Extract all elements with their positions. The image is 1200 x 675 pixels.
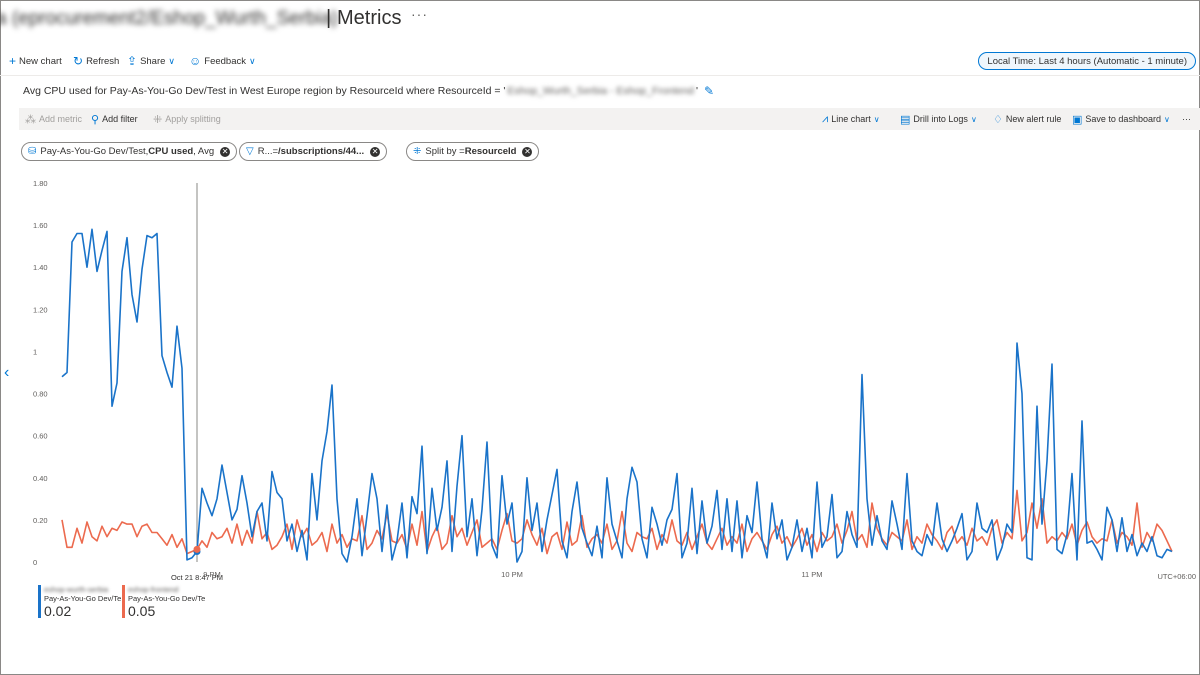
blurred-scope: a (eprocurement2/Eshop_Wurth_Serbia) — [0, 8, 338, 29]
new-chart-label: New chart — [19, 55, 62, 67]
plus-icon: + — [9, 54, 17, 68]
page-title: Metrics — [337, 7, 402, 29]
logs-icon: ▤ — [900, 113, 911, 126]
save-to-dashboard-button[interactable]: ▣ Save to dashboard ∨ — [1072, 108, 1170, 130]
legend-color-bar — [38, 585, 41, 618]
split-label: Split by = — [425, 146, 465, 157]
chevron-left-icon[interactable]: ‹ — [4, 364, 9, 382]
chart-more-button[interactable]: ··· — [1182, 108, 1191, 130]
split-icon: ⁜ — [153, 113, 163, 126]
legend-name: Pay-As-You-Go Dev/Te — [128, 594, 206, 603]
more-options-button[interactable]: ··· — [411, 6, 428, 22]
chart-title-resource: Eshop_Wurth_Serbia - Eshop_Frontend — [507, 85, 695, 97]
close-icon[interactable]: ✕ — [370, 146, 381, 157]
refresh-icon: ↻ — [73, 54, 84, 68]
add-metric-label: Add metric — [39, 114, 83, 124]
pencil-icon[interactable]: ✎ — [704, 84, 714, 98]
series-line-1 — [61, 228, 1173, 563]
metric-name: CPU used — [148, 146, 194, 157]
split-value: ResourceId — [464, 146, 517, 157]
share-button[interactable]: ⇪ Share ∨ — [127, 50, 175, 72]
y-tick-label: 1.60 — [33, 221, 48, 230]
metric-scope: Pay-As-You-Go Dev/Test, — [40, 146, 149, 157]
chart-title[interactable]: Avg CPU used for Pay-As-You-Go Dev/Test … — [23, 84, 714, 98]
apply-splitting-label: Apply splitting — [165, 114, 221, 124]
smiley-icon: ☺ — [189, 54, 202, 68]
drill-into-logs-label: Drill into Logs — [913, 114, 968, 124]
share-icon: ⇪ — [127, 54, 138, 68]
share-label: Share — [140, 55, 166, 67]
apply-splitting-button[interactable]: ⁜ Apply splitting — [153, 108, 221, 130]
filter-key: R... — [257, 146, 273, 157]
bell-icon: ♢ — [993, 113, 1003, 126]
header-divider — [0, 75, 1200, 76]
filter-icon: ▽ — [246, 146, 254, 157]
metric-aggregation: , Avg — [193, 146, 215, 157]
filter-icon: ⚲ — [91, 113, 100, 126]
new-chart-button[interactable]: + New chart — [9, 50, 62, 72]
split-pill[interactable]: ⁜ Split by = ResourceId ✕ — [406, 142, 540, 161]
filter-value: /subscriptions/44... — [278, 146, 365, 157]
line-chart-button[interactable]: ⩘ Line chart ∨ — [822, 108, 880, 130]
refresh-button[interactable]: ↻ Refresh — [73, 50, 119, 72]
new-alert-rule-label: New alert rule — [1005, 114, 1062, 124]
legend-item-2[interactable]: eshop-frontend Pay-As-You-Go Dev/Te 0.05 — [122, 585, 205, 619]
y-tick-label: 1.80 — [33, 179, 48, 188]
time-range-picker[interactable]: Local Time: Last 4 hours (Automatic - 1 … — [978, 52, 1196, 70]
timezone-label: UTC+06:00 — [1157, 572, 1196, 581]
add-filter-label: Add filter — [102, 114, 138, 124]
legend-value: 0.05 — [128, 603, 156, 619]
y-tick-label: 1.40 — [33, 263, 48, 272]
chart-title-suffix: ' — [696, 85, 699, 97]
y-tick-label: 0.80 — [33, 390, 48, 399]
y-tick-label: 0 — [33, 558, 37, 567]
legend-item-1[interactable]: eshop-wurth-serbia Pay-As-You-Go Dev/Te … — [38, 585, 121, 619]
chart-more-label: ··· — [1182, 114, 1191, 124]
add-metric-icon: ⁂ — [25, 113, 36, 126]
title-separator: | — [326, 7, 332, 29]
line-chart-icon: ⩘ — [822, 112, 829, 125]
chevron-down-icon: ∨ — [249, 55, 256, 66]
line-chart-label: Line chart — [831, 114, 871, 124]
close-icon[interactable]: ✕ — [522, 146, 533, 157]
y-tick-label: 0.20 — [33, 516, 48, 525]
chevron-down-icon: ∨ — [970, 114, 977, 124]
database-icon: ⛁ — [28, 146, 37, 157]
legend-name: Pay-As-You-Go Dev/Te — [44, 594, 122, 603]
chevron-down-icon: ∨ — [1163, 114, 1170, 124]
title-bar: a (eprocurement2/Eshop_Wurth_Serbia) | M… — [0, 0, 1200, 36]
add-filter-button[interactable]: ⚲ Add filter — [91, 108, 138, 130]
y-tick-label: 1 — [33, 347, 37, 356]
y-tick-label: 1.20 — [33, 305, 48, 314]
cursor-time-label: Oct 21 8:47 PM — [171, 573, 223, 582]
new-alert-rule-button[interactable]: ♢ New alert rule — [993, 108, 1061, 130]
chart-title-prefix: Avg CPU used for Pay-As-You-Go Dev/Test … — [23, 85, 506, 97]
chart-toolbar: ⁂ Add metric ⚲ Add filter ⁜ Apply splitt… — [19, 108, 1200, 130]
legend-color-bar — [122, 585, 125, 618]
legend-value: 0.02 — [44, 603, 72, 619]
filter-pill[interactable]: ▽ R... = /subscriptions/44... ✕ — [239, 142, 388, 161]
cursor-marker-2 — [193, 545, 201, 553]
metric-pill[interactable]: ⛁ Pay-As-You-Go Dev/Test, CPU used , Avg… — [21, 142, 238, 161]
refresh-label: Refresh — [86, 55, 120, 67]
y-tick-label: 0.40 — [33, 474, 48, 483]
x-tick-label: 10 PM — [501, 570, 523, 579]
x-tick-label: 11 PM — [801, 570, 822, 579]
add-metric-button[interactable]: ⁂ Add metric — [25, 108, 82, 130]
metrics-line-chart[interactable]: 1.801.601.401.2010.800.600.400.2009 PM 10… — [0, 170, 1200, 590]
split-icon: ⁜ — [413, 146, 422, 157]
feedback-button[interactable]: ☺ Feedback ∨ — [189, 50, 256, 72]
y-tick-label: 0.60 — [33, 432, 48, 441]
save-to-dashboard-label: Save to dashboard — [1085, 114, 1161, 124]
close-icon[interactable]: ✕ — [220, 146, 231, 157]
legend-resource: eshop-frontend — [128, 585, 179, 594]
legend-resource: eshop-wurth-serbia — [44, 585, 109, 594]
chevron-down-icon: ∨ — [873, 114, 880, 124]
chevron-down-icon: ∨ — [168, 55, 176, 66]
drill-into-logs-button[interactable]: ▤ Drill into Logs ∨ — [900, 108, 977, 130]
feedback-label: Feedback — [204, 55, 246, 67]
save-icon: ▣ — [1072, 113, 1083, 126]
